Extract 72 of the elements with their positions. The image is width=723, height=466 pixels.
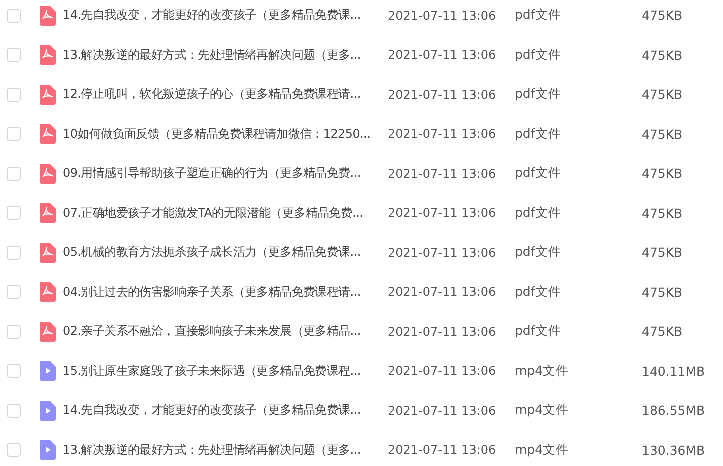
file-name[interactable]: 15.别让原生家庭毁了孩子未来际遇（更多精品免费课程...	[63, 362, 388, 380]
file-name[interactable]: 02.亲子关系不融洽，直接影响孩子未来发展（更多精品...	[63, 323, 388, 340]
file-name[interactable]: 04.别让过去的伤害影响亲子关系（更多精品免费课程请...	[63, 284, 388, 301]
file-type: pdf文件	[515, 7, 562, 24]
modified-date: 2021-07-11 13:06	[388, 166, 498, 181]
modified-date: 2021-07-11 13:06	[388, 8, 498, 23]
file-name[interactable]: 07.正确地爱孩子才能激发TA的无限潜能（更多精品免费...	[63, 204, 388, 222]
file-type: pdf文件	[515, 244, 562, 262]
file-type: mp4文件	[515, 362, 570, 380]
modified-date: 2021-07-11 13:06	[388, 364, 498, 378]
file-name[interactable]: 10如何做负面反馈（更多精品免费课程请加微信：12250...	[63, 126, 388, 143]
file-size: 475KB	[642, 87, 683, 102]
file-type: pdf文件	[515, 165, 562, 182]
file-type: pdf文件	[515, 86, 562, 104]
file-size: 475KB	[642, 284, 683, 300]
pdf-file-icon	[40, 84, 56, 105]
file-name[interactable]: 14.先自我改变，才能更好的改变孩子（更多精品免费课...	[63, 7, 388, 24]
modified-date: 2021-07-11 13:06	[388, 48, 498, 62]
file-size: 475KB	[642, 48, 683, 63]
video-file-icon	[40, 361, 56, 382]
checkbox[interactable]	[7, 364, 21, 378]
file-name[interactable]: 13.解决叛逆的最好方式：先处理情绪再解决问题（更多...	[63, 46, 388, 64]
video-file-icon	[40, 400, 56, 421]
file-type: mp4文件	[515, 402, 570, 420]
checkbox[interactable]	[7, 404, 21, 418]
checkbox[interactable]	[7, 324, 21, 339]
pdf-file-icon	[40, 322, 56, 342]
file-name[interactable]: 14.先自我改变，才能更好的改变孩子（更多精品免费课...	[63, 402, 388, 420]
checkbox[interactable]	[7, 206, 21, 220]
file-type: pdf文件	[515, 204, 562, 222]
file-name[interactable]: 12.停止吼叫，软化叛逆孩子的心（更多精品免费课程请...	[63, 86, 388, 104]
checkbox[interactable]	[7, 88, 21, 102]
file-type: mp4文件	[515, 442, 570, 459]
pdf-file-icon	[40, 124, 56, 144]
pdf-file-icon	[40, 282, 56, 302]
file-name[interactable]: 05.机械的教育方法扼杀孩子成长活力（更多精品免费课...	[63, 244, 388, 262]
checkbox[interactable]	[7, 246, 21, 260]
file-type: pdf文件	[515, 126, 562, 143]
file-name[interactable]: 13.解决叛逆的最好方式：先处理情绪再解决问题（更多...	[63, 442, 388, 459]
checkbox[interactable]	[7, 443, 21, 458]
checkbox[interactable]	[7, 8, 21, 23]
modified-date: 2021-07-11 13:06	[388, 88, 498, 102]
modified-date: 2021-07-11 13:06	[388, 285, 498, 300]
file-size: 475KB	[642, 324, 683, 340]
checkbox[interactable]	[7, 127, 21, 142]
pdf-file-icon	[40, 164, 56, 184]
file-size: 475KB	[642, 206, 683, 221]
pdf-file-icon	[40, 6, 56, 26]
pdf-file-icon	[40, 203, 56, 224]
file-size: 130.36MB	[642, 442, 706, 458]
file-type: pdf文件	[515, 323, 562, 340]
file-size: 475KB	[642, 8, 683, 24]
file-size: 475KB	[642, 245, 683, 260]
pdf-file-icon	[40, 242, 56, 263]
file-size: 475KB	[642, 126, 683, 142]
file-type: pdf文件	[515, 284, 562, 301]
checkbox[interactable]	[7, 48, 21, 62]
file-type: pdf文件	[515, 46, 562, 64]
file-size: 186.55MB	[642, 403, 706, 418]
checkbox[interactable]	[7, 285, 21, 300]
file-name[interactable]: 09.用情感引导帮助孩子塑造正确的行为（更多精品免费...	[63, 165, 388, 182]
pdf-file-icon	[40, 45, 56, 66]
modified-date: 2021-07-11 13:06	[388, 206, 498, 220]
modified-date: 2021-07-11 13:06	[388, 404, 498, 418]
modified-date: 2021-07-11 13:06	[388, 443, 498, 458]
modified-date: 2021-07-11 13:06	[388, 127, 498, 142]
checkbox[interactable]	[7, 166, 21, 181]
video-file-icon	[40, 440, 56, 460]
modified-date: 2021-07-11 13:06	[388, 324, 498, 339]
file-size: 140.11MB	[642, 364, 706, 379]
file-size: 475KB	[642, 166, 683, 182]
modified-date: 2021-07-11 13:06	[388, 246, 498, 260]
